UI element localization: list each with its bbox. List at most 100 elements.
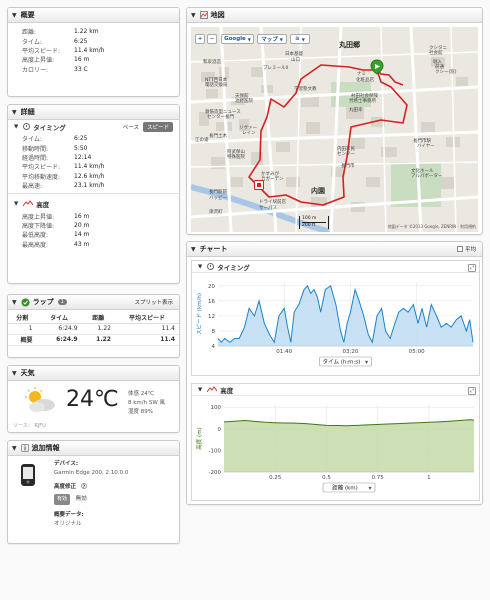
y-tick-label: 8: [212, 329, 216, 335]
chevron-down-icon: ▼: [279, 36, 283, 42]
stat-label: 平均移動速度:: [22, 173, 61, 181]
collapse-icon[interactable]: ▼: [12, 445, 17, 452]
table-row[interactable]: 1 6:24.9 1.22 11.4: [8, 323, 179, 335]
expand-icon[interactable]: ⤢: [468, 264, 476, 272]
x-tick-label: 05:00: [409, 349, 425, 355]
stat-label: 最低高度:: [22, 232, 49, 240]
x-tick-label: 0.25: [269, 475, 282, 481]
collapse-icon[interactable]: ▼: [191, 246, 196, 253]
laps-column-header[interactable]: 分割: [8, 313, 37, 324]
series-area: [224, 419, 474, 472]
summary-header[interactable]: ▼ 概要: [8, 8, 179, 23]
map-place-label: レイン: [242, 131, 256, 136]
map-place-label: 天保館: [235, 92, 249, 99]
split-view-link[interactable]: スプリット表示: [134, 298, 173, 306]
stat-row: 最低高度: 14 m: [22, 230, 179, 239]
divider: [8, 193, 179, 195]
pace-toggle[interactable]: ペース: [119, 122, 143, 132]
table-row[interactable]: 概要 6:24.9 1.22 11.4: [8, 334, 179, 346]
map-place-label: クシタニ: [429, 44, 447, 51]
elevation-chart-header[interactable]: ▼ 高度: [192, 384, 479, 396]
map-copyright[interactable]: 地図データ ©2013 Google, ZENRIN · 利用規約: [388, 224, 476, 230]
stat-value: 16 m: [74, 56, 90, 64]
start-marker-icon[interactable]: [370, 59, 384, 75]
collapse-icon[interactable]: ▼: [198, 264, 202, 270]
map-place-label: リヴァー: [239, 124, 257, 131]
average-checkbox[interactable]: [456, 246, 463, 252]
laps-column-header[interactable]: 距離: [81, 313, 115, 324]
map-icon: [199, 11, 208, 19]
zoom-out-button[interactable]: −: [207, 34, 217, 44]
timing-chart[interactable]: 4 8 12 16 20 01:40 03:20 05:00 スピード (km/h) タイム (h…: [192, 274, 481, 377]
collapse-icon[interactable]: ▼: [12, 12, 17, 19]
charts-header[interactable]: ▼ チャート 平均: [187, 242, 482, 257]
map-place-label: NTT西日本: [205, 76, 228, 83]
google-layer-dropdown[interactable]: Google ▼: [221, 34, 254, 44]
table-cell: 11.4: [114, 323, 179, 335]
speed-toggle[interactable]: スピード: [142, 121, 173, 132]
timing-chart-header[interactable]: ▼ タイミング: [192, 261, 479, 273]
map-place-label: 長門駅前: [209, 188, 227, 195]
x-tick-label: 0.5: [322, 475, 331, 481]
map-place-label: サーパス: [259, 205, 277, 211]
y-tick-label: 12: [208, 314, 215, 320]
map-place-label: 池野医院: [235, 97, 253, 104]
elevation-subheader[interactable]: ▼ 高度: [8, 197, 179, 210]
collapse-icon[interactable]: ▼: [12, 370, 17, 377]
stat-label: 移動時間:: [22, 145, 49, 153]
collapse-icon[interactable]: ▼: [12, 299, 17, 306]
elevation-correction-enable-button[interactable]: 有効: [54, 494, 71, 505]
map-place-label: 特殊医院: [227, 153, 245, 160]
collapse-icon[interactable]: ▼: [191, 12, 196, 19]
data-value: オリジナル: [54, 521, 82, 527]
laps-column-header[interactable]: タイム: [36, 313, 82, 324]
map-header[interactable]: ▼ 地図: [187, 8, 482, 23]
stat-label: 高度上昇値:: [22, 57, 55, 65]
zoom-in-button[interactable]: +: [195, 34, 205, 44]
map-title: 地図: [210, 11, 225, 19]
google-layer-label: Google: [224, 36, 246, 42]
laps-column-header[interactable]: 平均スピード: [114, 313, 179, 324]
map-place-label: 長門市: [341, 162, 355, 169]
laps-header[interactable]: ▼ ラップ 1 スプリット表示: [8, 295, 179, 310]
data-label: 概要データ:: [54, 512, 84, 518]
stat-value: 12.6 km/h: [74, 172, 105, 180]
map-canvas[interactable]: 和泉酒造 日本基督 山口 プレミールII NTT西日本 電話交換局 学習塾文教 天保館 池野医院…: [191, 27, 478, 232]
help-icon[interactable]: ?: [80, 483, 87, 489]
weather-header[interactable]: ▼ 天気: [8, 366, 179, 381]
wind: 8 km/h SW 風: [128, 400, 166, 406]
weather-panel: ▼ 天気 24℃ 体感 24℃ 8 km/h SW 風 湿度 89% ソース： R…: [7, 365, 180, 433]
stat-row: 移動時間: 5:50: [22, 143, 179, 153]
stat-label: タイム:: [22, 38, 42, 46]
elevation-chart[interactable]: -200-10001000.25 0.5 0.75 1高度 (m)距離 (km) ▼: [192, 397, 481, 502]
timing-title: タイミング: [33, 123, 66, 132]
collapse-icon[interactable]: ▼: [14, 201, 18, 207]
charts-title: チャート: [199, 245, 228, 253]
stat-label: 経過時間:: [22, 154, 49, 162]
details-header[interactable]: ▼ 詳細: [8, 105, 179, 120]
map-graphic: 和泉酒造 日本基督山口プレミールII NTT西日本電話交換局学習塾文教天保館池野医院…: [191, 27, 478, 232]
collapse-icon[interactable]: ▼: [14, 124, 18, 130]
table-cell: 11.4: [114, 334, 179, 346]
extra-info-body: デバイス: Garmin Edge 200, 2.10.0.0 高度修正 ? 有…: [54, 460, 128, 529]
info-icon: [20, 444, 29, 452]
map-type-dropdown[interactable]: マップ ▼: [257, 34, 287, 44]
map-place-label: 長門市駅: [413, 137, 431, 144]
end-marker-icon[interactable]: [254, 180, 264, 190]
collapse-icon[interactable]: ▼: [12, 109, 17, 116]
map-place-label: センター: [337, 150, 355, 157]
average-checkbox-wrap: 平均: [456, 245, 476, 253]
map-place-label: 文化ホール: [411, 167, 434, 174]
table-cell: 1.22: [81, 323, 115, 335]
collapse-icon[interactable]: ▼: [198, 387, 202, 393]
timing-subheader[interactable]: ▼ タイミング ペース スピード: [8, 120, 179, 133]
table-cell: 概要: [8, 334, 37, 346]
expand-icon[interactable]: ⤢: [468, 387, 476, 395]
table-cell: 6:24.9: [36, 323, 82, 335]
laps-count-badge: 1: [57, 299, 67, 305]
elevation-correction-value: 無効: [75, 496, 87, 502]
stat-label: 高度上昇値:: [22, 213, 55, 221]
layers-dropdown[interactable]: ≋ ▼: [290, 34, 310, 44]
extra-info-header[interactable]: ▼ 追加情報: [8, 441, 179, 456]
laps-table-body: 1 6:24.9 1.22 11.4 概要 6:24.9 1.22 11.4: [8, 323, 179, 346]
